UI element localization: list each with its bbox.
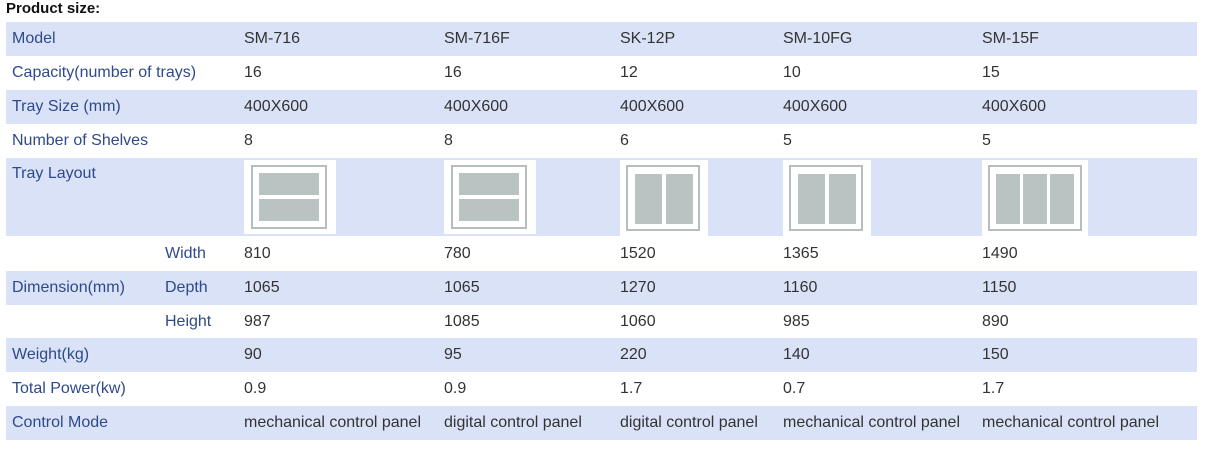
- table-row-control-mode: Control Mode mechanical control panel di…: [6, 406, 1197, 440]
- cell-value: 1490: [982, 245, 1018, 262]
- table-row-weight: Weight(kg) 90 95 220 140 150: [6, 338, 1197, 372]
- cell-value: 1060: [620, 313, 656, 330]
- cell-value: mechanical control panel: [982, 414, 1159, 431]
- tray-frame: [789, 165, 863, 231]
- table-row-tray-layout: Tray Layout: [6, 158, 1197, 236]
- cell-value: 987: [244, 313, 271, 330]
- cell-value: 400X600: [244, 98, 309, 115]
- tray-layout-diagram: [244, 160, 336, 234]
- tray-layout-diagram: [783, 160, 871, 236]
- cell-value: 15: [982, 64, 1000, 81]
- table-row-depth: Dimension(mm) Depth 1065 1065 1270 1160 …: [6, 271, 1197, 305]
- cell-value: 10: [783, 64, 801, 81]
- section-heading: Product size:: [6, 0, 101, 17]
- cell-value: digital control panel: [444, 414, 582, 431]
- cell-value: 400X600: [783, 98, 848, 115]
- row-label: Weight(kg): [12, 346, 90, 363]
- tray-frame: [251, 165, 327, 229]
- tray-shape: [829, 174, 856, 224]
- cell-value: 1065: [244, 279, 280, 296]
- row-label: Total Power(kw): [12, 380, 126, 397]
- tray-frame: [988, 165, 1082, 231]
- cell-value: 90: [244, 346, 262, 363]
- cell-value: 5: [783, 132, 792, 149]
- cell-value: SK-12P: [620, 30, 676, 47]
- cell-value: 0.7: [783, 380, 806, 397]
- cell-value: mechanical control panel: [244, 414, 421, 431]
- cell-value: 1085: [444, 313, 480, 330]
- cell-value: 16: [244, 64, 262, 81]
- row-label: Model: [12, 30, 56, 47]
- cell-value: 8: [444, 132, 453, 149]
- row-label: Tray Size (mm): [12, 98, 121, 115]
- cell-value: 0.9: [244, 380, 267, 397]
- tray-shape: [635, 174, 662, 224]
- cell-value: 1.7: [982, 380, 1005, 397]
- row-label: Capacity(number of trays): [12, 64, 197, 81]
- row-sublabel: Width: [165, 245, 206, 262]
- cell-value: digital control panel: [620, 414, 758, 431]
- cell-value: 1520: [620, 245, 656, 262]
- table-row-shelves: Number of Shelves 8 8 6 5 5: [6, 124, 1197, 158]
- tray-shape: [259, 173, 319, 195]
- row-group-label: Dimension(mm): [12, 279, 125, 296]
- table-row-capacity: Capacity(number of trays) 16 16 12 10 15: [6, 56, 1197, 90]
- tray-shape: [459, 173, 519, 195]
- table-row-tray-size: Tray Size (mm) 400X600 400X600 400X600 4…: [6, 90, 1197, 124]
- cell-value: 1150: [982, 279, 1017, 296]
- cell-value: 140: [783, 346, 810, 363]
- cell-value: SM-716: [244, 30, 301, 47]
- cell-value: 220: [620, 346, 647, 363]
- row-label: Tray Layout: [12, 165, 96, 182]
- cell-value: 1270: [620, 279, 656, 296]
- cell-value: 810: [244, 245, 271, 262]
- cell-value: 1365: [783, 245, 819, 262]
- table-row-model: Model SM-716 SM-716F SK-12P SM-10FG SM-1…: [6, 22, 1197, 56]
- row-sublabel: Depth: [165, 279, 208, 296]
- cell-value: 400X600: [620, 98, 685, 115]
- cell-value: 95: [444, 346, 462, 363]
- cell-value: SM-716F: [444, 30, 510, 47]
- cell-value: 1065: [444, 279, 480, 296]
- cell-value: 5: [982, 132, 991, 149]
- table-row-power: Total Power(kw) 0.9 0.9 1.7 0.7 1.7: [6, 372, 1197, 406]
- tray-shape: [259, 199, 319, 221]
- tray-layout-diagram: [620, 160, 708, 236]
- cell-value: 8: [244, 132, 253, 149]
- cell-value: SM-15F: [982, 30, 1039, 47]
- tray-shape: [1023, 174, 1047, 224]
- cell-value: 780: [444, 245, 471, 262]
- cell-value: 12: [620, 64, 638, 81]
- cell-value: 1.7: [620, 380, 643, 397]
- tray-shape: [459, 199, 519, 221]
- cell-value: 890: [982, 313, 1009, 330]
- table-row-width: Width 810 780 1520 1365 1490: [6, 237, 1197, 271]
- cell-value: 0.9: [444, 380, 467, 397]
- row-sublabel: Height: [165, 313, 212, 330]
- cell-value: mechanical control panel: [783, 414, 960, 431]
- row-label: Control Mode: [12, 414, 109, 431]
- tray-frame: [626, 165, 700, 231]
- tray-frame: [451, 165, 527, 229]
- cell-value: 400X600: [982, 98, 1047, 115]
- cell-value: SM-10FG: [783, 30, 853, 47]
- cell-value: 6: [620, 132, 629, 149]
- cell-value: 400X600: [444, 98, 509, 115]
- tray-shape: [996, 174, 1020, 224]
- table-row-height: Height 987 1085 1060 985 890: [6, 305, 1197, 339]
- tray-shape: [1050, 174, 1074, 224]
- tray-layout-diagram: [444, 160, 536, 234]
- tray-shape: [798, 174, 825, 224]
- row-label: Number of Shelves: [12, 132, 149, 149]
- tray-shape: [666, 174, 693, 224]
- cell-value: 1160: [783, 279, 818, 296]
- cell-value: 16: [444, 64, 462, 81]
- cell-value: 985: [783, 313, 810, 330]
- cell-value: 150: [982, 346, 1009, 363]
- tray-layout-diagram: [982, 160, 1088, 236]
